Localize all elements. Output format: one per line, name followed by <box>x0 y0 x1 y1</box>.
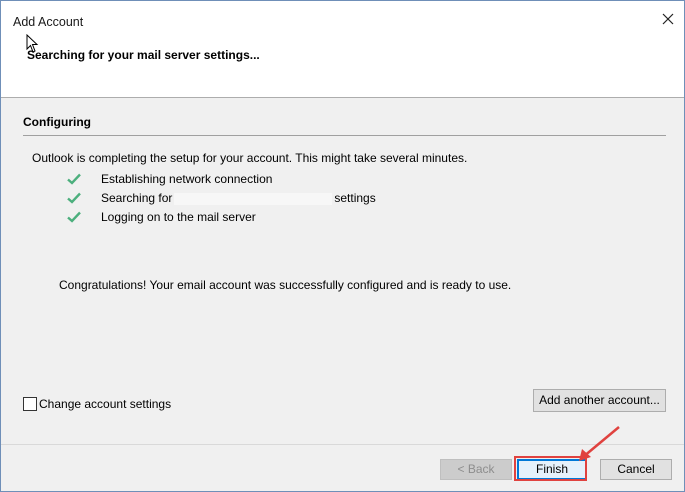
redacted-server-name <box>174 192 333 205</box>
success-message: Congratulations! Your email account was … <box>59 278 512 292</box>
wizard-header: Searching for your mail server settings.… <box>1 35 684 98</box>
mouse-cursor-icon <box>26 34 39 53</box>
section-title: Configuring <box>23 115 91 129</box>
add-another-account-button[interactable]: Add another account... <box>533 389 666 412</box>
section-divider <box>23 135 666 136</box>
step-label-after: settings <box>334 191 376 205</box>
step-label: Logging on to the mail server <box>101 210 256 224</box>
checkmark-icon <box>67 211 81 223</box>
step-label: Searching for settings <box>101 191 376 205</box>
step-label-before: Searching for <box>101 191 173 205</box>
setup-description: Outlook is completing the setup for your… <box>32 151 468 165</box>
header-title: Searching for your mail server settings.… <box>27 48 260 62</box>
checkmark-icon <box>67 192 81 204</box>
title-bar: Add Account <box>1 1 684 35</box>
checkmark-icon <box>67 173 81 185</box>
step-label: Establishing network connection <box>101 172 273 186</box>
close-icon[interactable] <box>660 11 676 27</box>
change-settings-checkbox[interactable] <box>23 397 37 411</box>
annotation-arrow-icon <box>579 426 620 461</box>
back-button[interactable]: < Back <box>440 459 512 480</box>
add-account-window: Add Account Searching for your mail serv… <box>0 0 685 492</box>
change-settings-label[interactable]: Change account settings <box>39 397 171 411</box>
window-title: Add Account <box>13 15 84 29</box>
